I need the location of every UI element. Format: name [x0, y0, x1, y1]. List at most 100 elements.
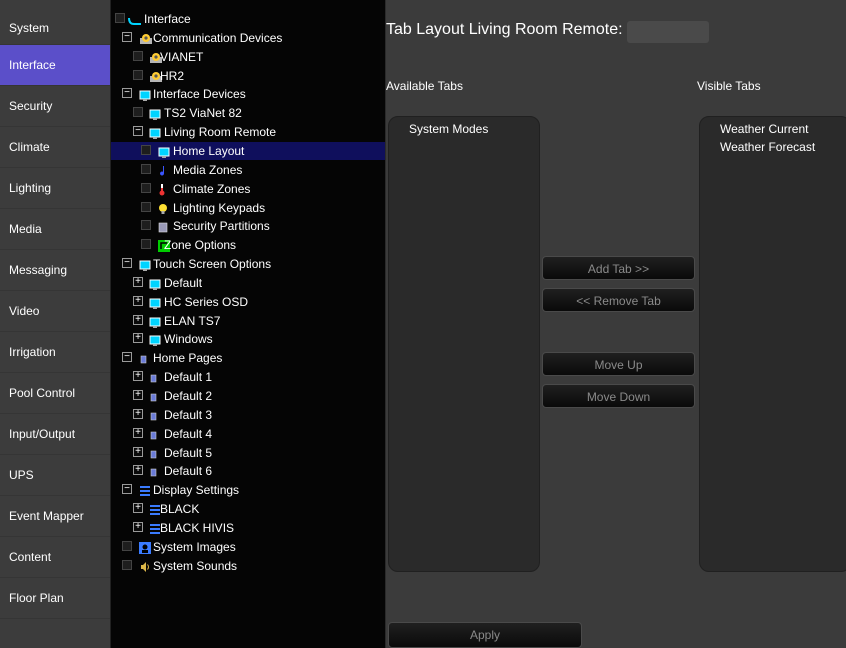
tree-node-black-hivis[interactable]: + BLACK HIVIS: [111, 519, 385, 537]
tree-node-hr2[interactable]: HR2: [111, 67, 385, 85]
tree-node-windows[interactable]: + Windows: [111, 330, 385, 348]
nav-item-irrigation[interactable]: Irrigation: [0, 332, 110, 373]
nav-item-video[interactable]: Video: [0, 291, 110, 332]
tree-node-interface-devices[interactable]: − Interface Devices: [111, 85, 385, 103]
expand-icon[interactable]: +: [133, 408, 143, 419]
node-checkbox[interactable]: [141, 220, 151, 231]
nav-item-content[interactable]: Content: [0, 537, 110, 578]
tree-node-default[interactable]: + Default: [111, 274, 385, 292]
tree-node-default-1[interactable]: + Default 1: [111, 368, 385, 386]
tree-node-interface[interactable]: Interface: [111, 10, 385, 28]
nav-item-interface[interactable]: Interface: [0, 45, 110, 86]
expand-icon[interactable]: +: [133, 520, 143, 532]
expand-icon[interactable]: +: [133, 295, 143, 306]
apply-button[interactable]: Apply: [388, 622, 582, 648]
remove-tab-button[interactable]: << Remove Tab: [542, 288, 695, 312]
node-checkbox[interactable]: [141, 182, 151, 193]
nav-item-media[interactable]: Media: [0, 209, 110, 250]
expand-icon[interactable]: +: [133, 333, 143, 344]
node-checkbox[interactable]: [141, 239, 151, 250]
visible-tabs-list[interactable]: Weather Current Weather Forecast: [699, 116, 846, 572]
tree-node-hc-series-osd[interactable]: + HC Series OSD: [111, 293, 385, 311]
collapse-icon[interactable]: −: [122, 31, 132, 42]
nav-item-lighting[interactable]: Lighting: [0, 168, 110, 209]
expand-icon[interactable]: +: [133, 427, 143, 438]
tree-node-elan-ts7[interactable]: + ELAN TS7: [111, 312, 385, 330]
node-checkbox[interactable]: [122, 559, 132, 570]
monitor-icon: [149, 277, 161, 290]
tree-node-default-3[interactable]: + Default 3: [111, 406, 385, 424]
monitor-icon: [149, 333, 161, 347]
node-checkbox[interactable]: [115, 13, 125, 23]
move-up-button[interactable]: Move Up: [542, 352, 695, 376]
nav-item-messaging[interactable]: Messaging: [0, 250, 110, 291]
tree-node-vianet[interactable]: VIANET: [111, 48, 385, 66]
device-tree: Interface − Communication Devices VIANET HR2…: [111, 0, 387, 648]
expand-icon[interactable]: +: [133, 465, 143, 476]
tree-node-black[interactable]: + BLACK: [111, 500, 385, 518]
tree-node-lighting-keypads[interactable]: Lighting Keypads: [111, 199, 385, 217]
nav-item-floor-plan[interactable]: Floor Plan: [0, 578, 110, 619]
minus-icon: −: [135, 125, 141, 137]
node-checkbox[interactable]: [141, 201, 151, 212]
tree-node-default-2[interactable]: + Default 2: [111, 387, 385, 405]
tree-node-label: Communication Devices: [153, 30, 283, 45]
collapse-icon[interactable]: −: [122, 88, 132, 99]
available-tabs-header: Available Tabs: [386, 79, 463, 93]
tree-node-ts2-vianet-82[interactable]: TS2 ViaNet 82: [111, 104, 385, 122]
expand-icon[interactable]: +: [133, 371, 143, 382]
tree-node-label: Security Partitions: [173, 219, 270, 234]
expand-icon[interactable]: +: [133, 314, 143, 325]
node-checkbox[interactable]: [122, 540, 132, 551]
tree-node-touch-screen-options[interactable]: − Touch Screen Options: [111, 255, 385, 273]
tree-node-default-4[interactable]: + Default 4: [111, 425, 385, 443]
tab-list-item[interactable]: Weather Current: [700, 120, 846, 138]
tree-node-living-room-remote[interactable]: − Living Room Remote: [111, 123, 385, 141]
expand-icon[interactable]: +: [133, 390, 143, 400]
plus-icon: +: [135, 520, 141, 532]
nav-item-ups[interactable]: UPS: [0, 455, 110, 496]
tab-list-item[interactable]: Weather Forecast: [700, 138, 846, 156]
collapse-icon[interactable]: −: [122, 352, 132, 363]
collapse-icon[interactable]: −: [122, 258, 132, 269]
collapse-icon[interactable]: −: [122, 484, 132, 495]
nav-item-climate[interactable]: Climate: [0, 127, 110, 168]
expand-icon[interactable]: +: [133, 276, 143, 287]
nav-item-event-mapper[interactable]: Event Mapper: [0, 496, 110, 537]
nav-item-system[interactable]: System: [0, 0, 110, 45]
tree-node-zone-options[interactable]: Zone Options: [111, 236, 385, 254]
tree-node-home-pages[interactable]: − Home Pages: [111, 349, 385, 367]
add-tab-button[interactable]: Add Tab >>: [542, 256, 695, 280]
tree-node-label: Zone Options: [164, 238, 237, 253]
tab-list-item[interactable]: System Modes: [389, 120, 539, 138]
sidebar-nav: System Interface Security Climate Lighting Me…: [0, 0, 111, 648]
monitor-icon: [149, 107, 161, 121]
tree-node-label: Default 1: [164, 370, 213, 385]
node-checkbox[interactable]: [133, 50, 143, 61]
node-checkbox[interactable]: [141, 163, 151, 174]
collapse-icon[interactable]: −: [133, 125, 143, 137]
available-tabs-list[interactable]: System Modes: [388, 116, 540, 572]
tree-node-label: Interface: [144, 12, 191, 26]
node-checkbox[interactable]: [141, 144, 151, 155]
nav-item-pool-control[interactable]: Pool Control: [0, 373, 110, 414]
tree-node-climate-zones[interactable]: Climate Zones: [111, 180, 385, 198]
nav-item-input-output[interactable]: Input/Output: [0, 414, 110, 455]
tree-node-system-sounds[interactable]: System Sounds: [111, 557, 385, 575]
node-checkbox[interactable]: [133, 107, 143, 118]
tree-node-media-zones[interactable]: Media Zones: [111, 161, 385, 179]
tree-node-default-5[interactable]: + Default 5: [111, 444, 385, 462]
plus-icon: +: [135, 389, 141, 400]
tree-node-display-settings[interactable]: − Display Settings: [111, 481, 385, 499]
nav-item-security[interactable]: Security: [0, 86, 110, 127]
expand-icon[interactable]: +: [133, 503, 143, 514]
node-checkbox[interactable]: [133, 69, 143, 80]
move-down-button[interactable]: Move Down: [542, 384, 695, 408]
tree-node-communication-devices[interactable]: − Communication Devices: [111, 29, 385, 47]
security-panel-icon: [158, 220, 170, 233]
tree-node-security-partitions[interactable]: Security Partitions: [111, 217, 385, 235]
expand-icon[interactable]: +: [133, 446, 143, 457]
tree-node-home-layout[interactable]: Home Layout: [111, 141, 385, 160]
tree-node-system-images[interactable]: System Images: [111, 538, 385, 556]
tree-node-default-6[interactable]: + Default 6: [111, 462, 385, 480]
